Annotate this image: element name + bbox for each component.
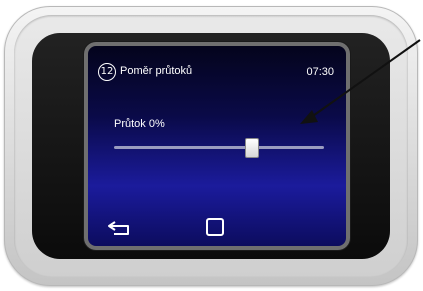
flow-slider-label: Průtok 0% xyxy=(114,118,165,130)
flow-slider-thumb[interactable] xyxy=(244,138,259,158)
home-button[interactable] xyxy=(206,218,224,236)
back-button[interactable] xyxy=(106,216,136,240)
page-title: Poměr průtoků xyxy=(120,65,193,77)
touch-screen: 12 Poměr průtoků 07:30 Průtok 0% xyxy=(88,46,346,246)
flow-slider[interactable] xyxy=(114,138,324,158)
screen-frame: 12 Poměr průtoků 07:30 Průtok 0% xyxy=(84,42,350,250)
clock-time: 07:30 xyxy=(306,66,334,78)
screen-number-badge: 12 xyxy=(98,63,116,81)
back-arrow-icon xyxy=(108,221,129,235)
